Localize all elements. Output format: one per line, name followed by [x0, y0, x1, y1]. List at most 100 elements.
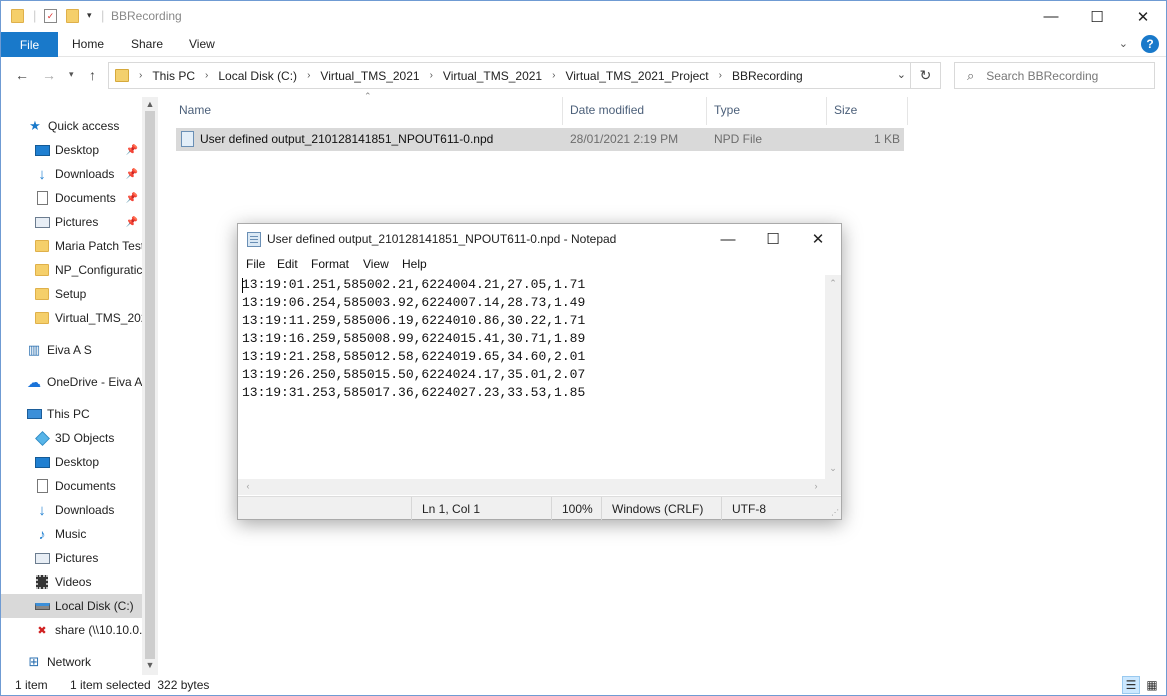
- scroll-up-icon[interactable]: ▲: [142, 99, 158, 109]
- forward-arrow-icon[interactable]: →: [42, 67, 56, 83]
- notepad-title-bar[interactable]: User defined output_210128141851_NPOUT61…: [238, 224, 841, 255]
- tab-home[interactable]: Home: [72, 37, 104, 51]
- window-title: BBRecording: [111, 9, 182, 23]
- pin-icon[interactable]: 📌: [126, 217, 138, 228]
- sidebar-item-music[interactable]: ♪ Music: [1, 522, 142, 546]
- sidebar-item-pictures[interactable]: Pictures: [1, 546, 142, 570]
- chevron-right-icon[interactable]: ›: [430, 70, 433, 81]
- sidebar-scrollbar[interactable]: ▲ ▼: [142, 97, 158, 675]
- scroll-down-icon[interactable]: ▼: [142, 660, 158, 670]
- breadcrumb-project[interactable]: Virtual_TMS_2021_Project: [565, 69, 708, 83]
- chevron-right-icon[interactable]: ›: [139, 70, 142, 81]
- column-divider[interactable]: [826, 97, 827, 125]
- large-icons-view-icon[interactable]: ▦: [1143, 676, 1161, 694]
- sidebar-item-3d-objects[interactable]: 3D Objects: [1, 426, 142, 450]
- notepad-vertical-scrollbar[interactable]: ⌃ ⌄: [825, 275, 841, 479]
- scrollbar-thumb[interactable]: [145, 111, 155, 659]
- column-header-type[interactable]: Type: [714, 103, 740, 117]
- column-header-date-modified[interactable]: Date modified: [570, 103, 644, 117]
- menu-view[interactable]: View: [363, 257, 389, 271]
- scroll-down-icon[interactable]: ⌄: [825, 463, 841, 474]
- breadcrumb-virtual-tms[interactable]: Virtual_TMS_2021: [320, 69, 419, 83]
- scroll-up-icon[interactable]: ⌃: [825, 278, 841, 289]
- sidebar-item-downloads-pinned[interactable]: ↓ Downloads 📌: [1, 162, 142, 186]
- search-input[interactable]: [986, 68, 1147, 83]
- sidebar-item-maria-patch-test[interactable]: Maria Patch Test: [1, 234, 142, 258]
- notepad-maximize-button[interactable]: ☐: [750, 224, 796, 254]
- sidebar-item-quick-access[interactable]: ★ Quick access: [1, 114, 142, 138]
- sidebar-item-network[interactable]: ⊞ Network: [1, 650, 142, 674]
- tab-share[interactable]: Share: [131, 37, 163, 51]
- menu-edit[interactable]: Edit: [277, 257, 298, 271]
- help-icon[interactable]: ?: [1141, 35, 1159, 53]
- sidebar-item-desktop[interactable]: Desktop: [1, 450, 142, 474]
- column-header-size[interactable]: Size: [834, 103, 857, 117]
- recent-locations-icon[interactable]: ▾: [69, 69, 74, 80]
- file-name[interactable]: User defined output_210128141851_NPOUT61…: [200, 132, 493, 146]
- menu-format[interactable]: Format: [311, 257, 349, 271]
- pin-icon[interactable]: 📌: [126, 193, 138, 204]
- chevron-right-icon[interactable]: ›: [307, 70, 310, 81]
- tab-view[interactable]: View: [189, 37, 215, 51]
- sidebar-item-pictures-pinned[interactable]: Pictures 📌: [1, 210, 142, 234]
- minimize-button[interactable]: —: [1028, 1, 1074, 32]
- sidebar-item-share[interactable]: ✖ share (\\10.10.0.: [1, 618, 142, 642]
- sidebar-item-setup[interactable]: Setup: [1, 282, 142, 306]
- sidebar-item-documents-pinned[interactable]: Documents 📌: [1, 186, 142, 210]
- sidebar-item-documents[interactable]: Documents: [1, 474, 142, 498]
- notepad-horizontal-scrollbar[interactable]: ‹ ›: [238, 479, 825, 495]
- sidebar-item-videos[interactable]: Videos: [1, 570, 142, 594]
- resize-grip-icon[interactable]: ⋰: [831, 508, 839, 517]
- sidebar-item-virtual-tms[interactable]: Virtual_TMS_202: [1, 306, 142, 330]
- sidebar-item-np-configuration[interactable]: NP_Configuratic: [1, 258, 142, 282]
- title-bar: | ✓ ▾ | BBRecording — ☐ ✕: [1, 1, 1166, 32]
- notepad-minimize-button[interactable]: —: [705, 224, 751, 254]
- music-icon: ♪: [38, 526, 46, 542]
- search-box[interactable]: ⌕: [954, 62, 1155, 89]
- menu-help[interactable]: Help: [402, 257, 427, 271]
- chevron-down-icon[interactable]: ⌄: [897, 68, 906, 81]
- expand-ribbon-icon[interactable]: ⌄: [1119, 37, 1128, 50]
- sidebar-item-desktop-pinned[interactable]: Desktop 📌: [1, 138, 142, 162]
- customize-toolbar-icon[interactable]: ▾: [87, 10, 92, 21]
- cube-icon: [34, 430, 50, 446]
- properties-icon[interactable]: ✓: [44, 9, 57, 23]
- sidebar-item-label: Virtual_TMS_202: [55, 311, 142, 325]
- chevron-right-icon[interactable]: ›: [552, 70, 555, 81]
- column-header-name[interactable]: Name: [179, 103, 211, 117]
- text-line: 13:19:21.258,585012.58,6224019.65,34.60,…: [242, 349, 586, 364]
- notepad-close-button[interactable]: ✕: [795, 224, 841, 254]
- column-divider[interactable]: [562, 97, 563, 125]
- back-arrow-icon[interactable]: ←: [15, 67, 29, 83]
- breadcrumb-this-pc[interactable]: This PC: [152, 69, 195, 83]
- refresh-icon[interactable]: ↻: [910, 63, 940, 88]
- sidebar-item-local-disk[interactable]: Local Disk (C:): [1, 594, 142, 618]
- breadcrumb-local-disk[interactable]: Local Disk (C:): [218, 69, 297, 83]
- notepad-window[interactable]: User defined output_210128141851_NPOUT61…: [237, 223, 842, 520]
- tab-file[interactable]: File: [1, 32, 58, 57]
- close-button[interactable]: ✕: [1120, 1, 1166, 32]
- details-view-icon[interactable]: ☰: [1122, 676, 1140, 694]
- sidebar-item-downloads[interactable]: ↓ Downloads: [1, 498, 142, 522]
- breadcrumb-bbrecording[interactable]: BBRecording: [732, 69, 803, 83]
- pin-icon[interactable]: 📌: [126, 169, 138, 180]
- sidebar-item-onedrive[interactable]: ☁ OneDrive - Eiva A/: [1, 370, 142, 394]
- chevron-right-icon[interactable]: ›: [719, 70, 722, 81]
- maximize-button[interactable]: ☐: [1074, 1, 1120, 32]
- folder-icon[interactable]: [11, 9, 24, 23]
- menu-file[interactable]: File: [246, 257, 265, 271]
- new-folder-icon[interactable]: [66, 9, 79, 23]
- pin-icon[interactable]: 📌: [126, 145, 138, 156]
- up-arrow-icon[interactable]: ↑: [89, 67, 96, 83]
- breadcrumb-virtual-tms-inner[interactable]: Virtual_TMS_2021: [443, 69, 542, 83]
- scroll-right-icon[interactable]: ›: [808, 481, 824, 491]
- column-divider[interactable]: [907, 97, 908, 125]
- column-divider[interactable]: [706, 97, 707, 125]
- sidebar-item-eiva[interactable]: ▥ Eiva A S: [1, 338, 142, 362]
- scroll-left-icon[interactable]: ‹: [240, 481, 256, 491]
- file-row[interactable]: User defined output_210128141851_NPOUT61…: [176, 128, 904, 151]
- address-bar[interactable]: › This PC › Local Disk (C:) › Virtual_TM…: [108, 62, 941, 89]
- notepad-text-area[interactable]: 13:19:01.251,585002.21,6224004.21,27.05,…: [242, 276, 825, 479]
- sidebar-item-this-pc[interactable]: This PC: [1, 402, 142, 426]
- chevron-right-icon[interactable]: ›: [205, 70, 208, 81]
